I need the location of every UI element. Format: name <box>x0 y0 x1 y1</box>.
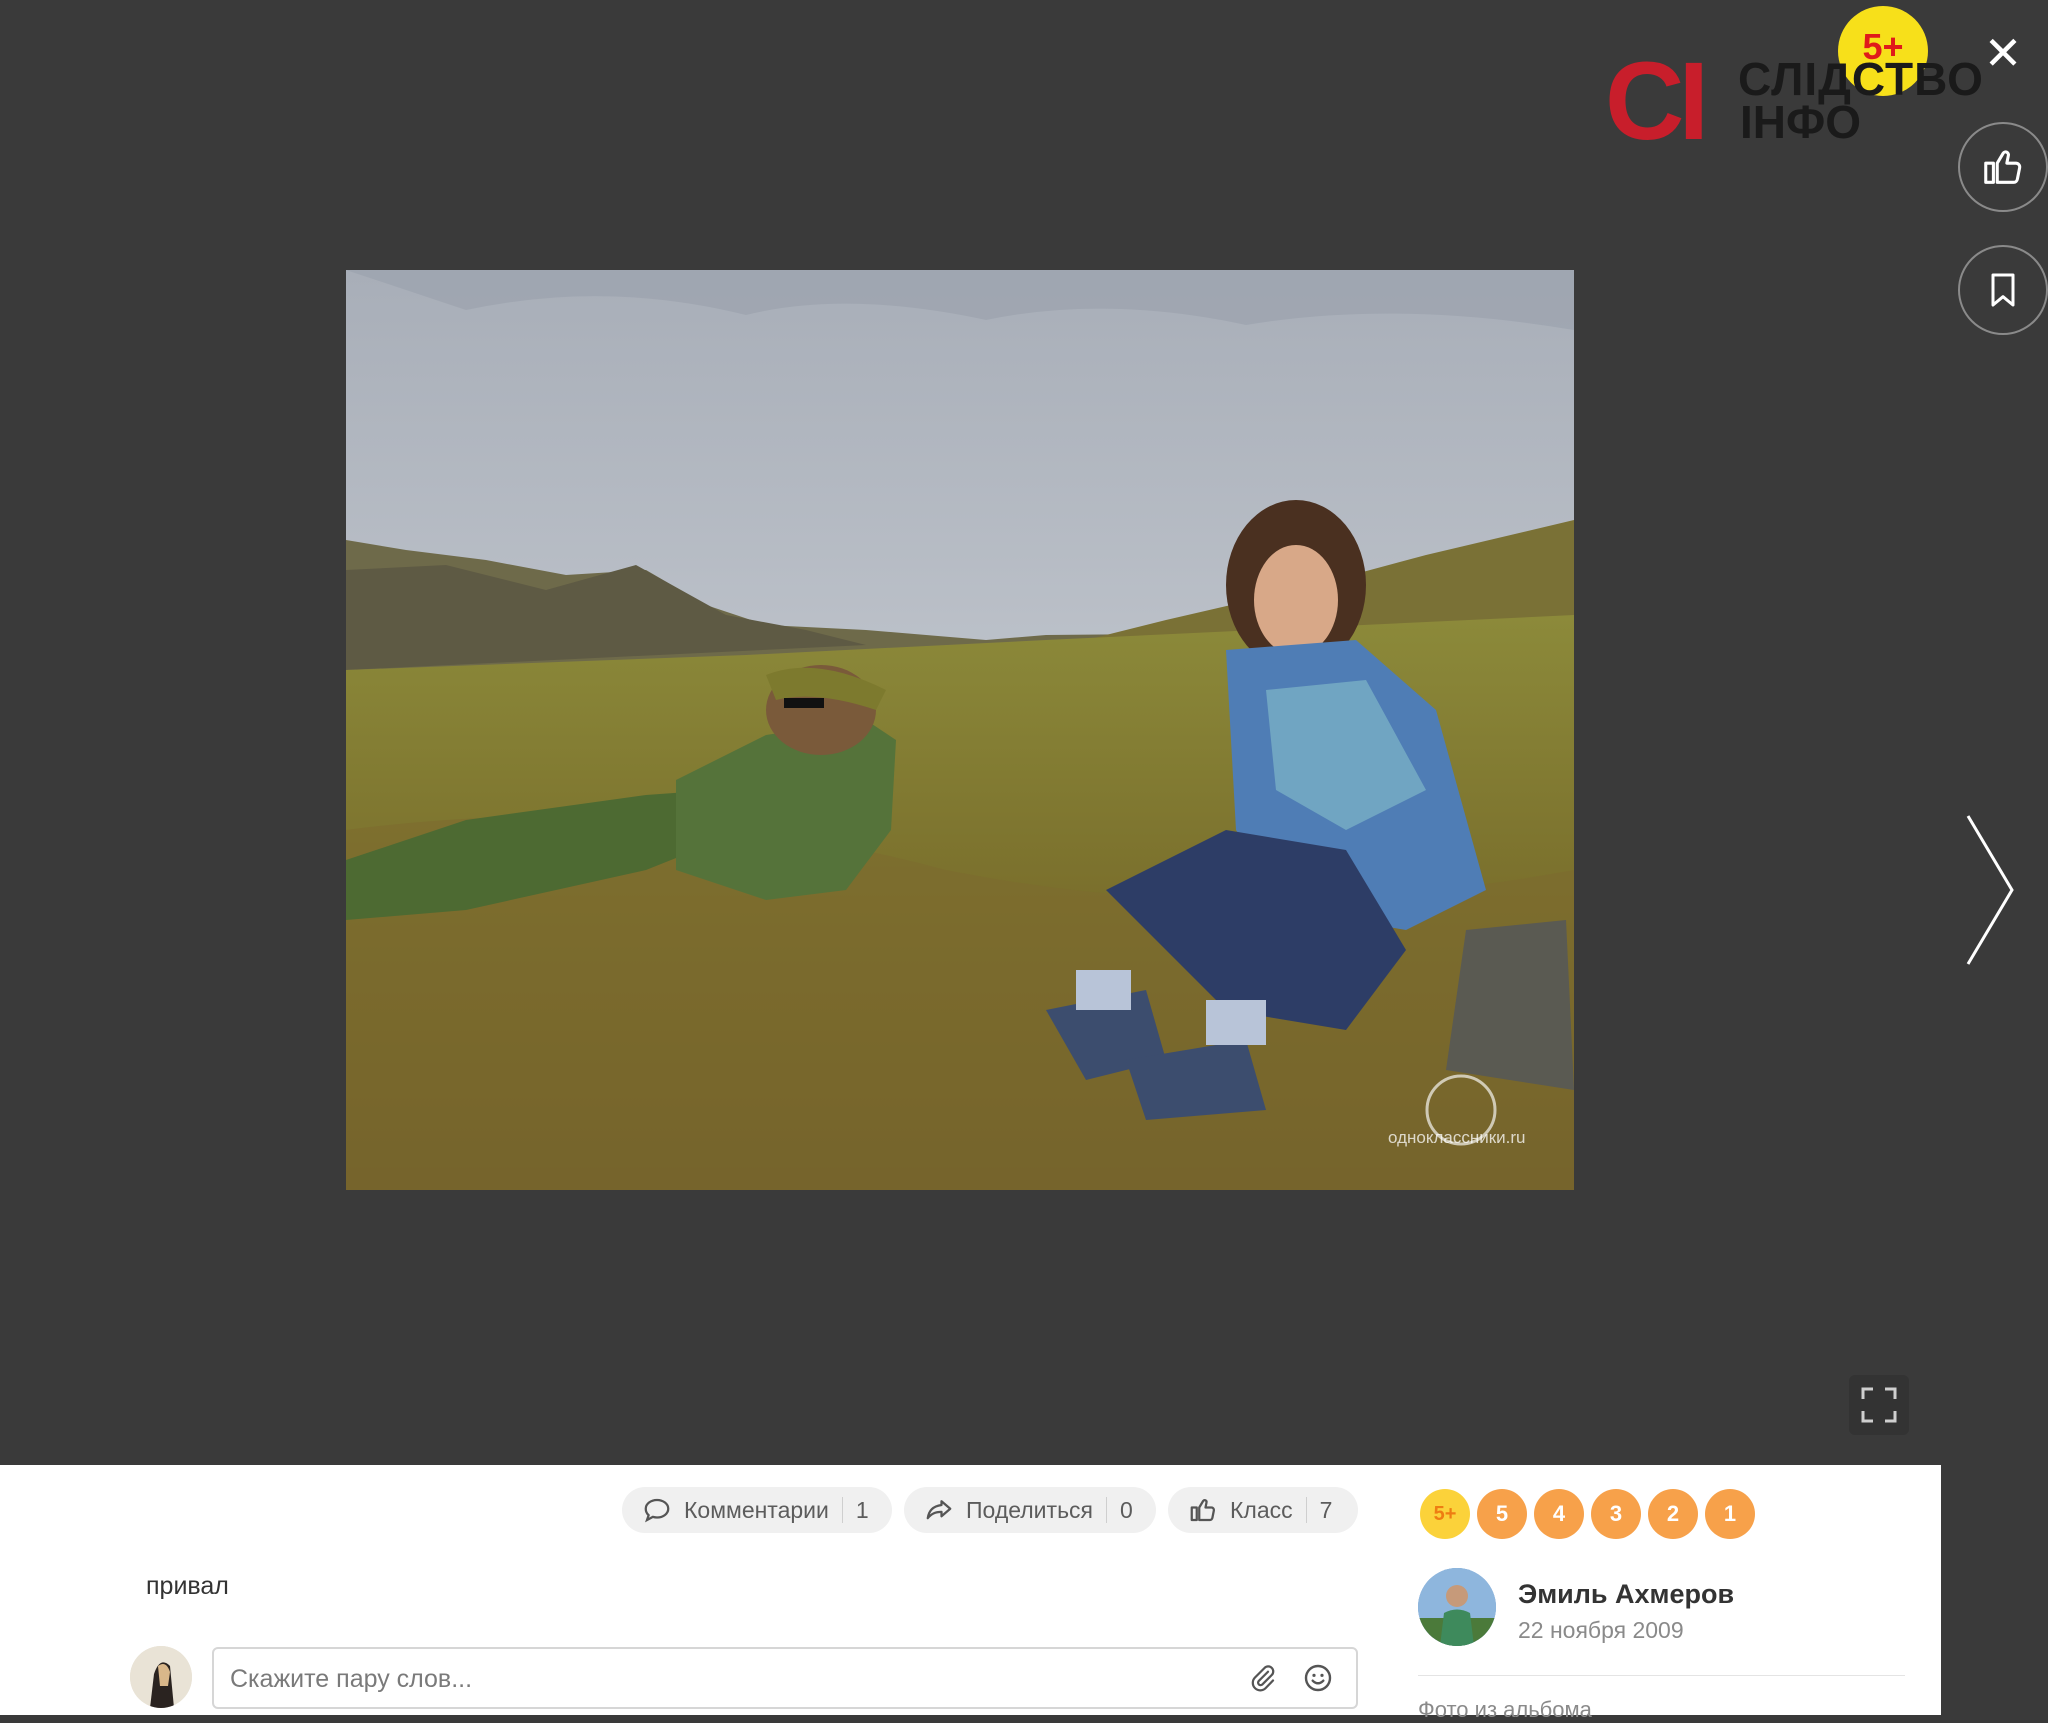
like-label: Класс <box>1230 1496 1293 1523</box>
comment-input[interactable] <box>228 1649 1132 1709</box>
speech-bubble-icon <box>644 1498 670 1523</box>
slidstvo-logo-mark: СІ <box>1605 40 1709 163</box>
next-photo-arrow[interactable] <box>1960 810 2020 970</box>
comment-box <box>212 1647 1358 1709</box>
share-button[interactable]: Поделиться 0 <box>904 1487 1156 1533</box>
rating-2-button[interactable]: 2 <box>1648 1489 1698 1539</box>
rating-5-button[interactable]: 5 <box>1477 1489 1527 1539</box>
fullscreen-button[interactable] <box>1849 1375 1909 1435</box>
like-separator <box>1305 1497 1307 1523</box>
album-label[interactable]: Фото из альбома <box>1418 1697 1592 1723</box>
author-avatar-image <box>1418 1568 1496 1646</box>
share-separator <box>1106 1497 1108 1523</box>
slidstvo-logo-line2: ІНФО <box>1740 96 1862 148</box>
current-user-avatar[interactable] <box>130 1646 192 1708</box>
thumbs-up-icon <box>1984 150 2022 184</box>
photo-date: 22 ноября 2009 <box>1518 1617 1684 1643</box>
share-arrow-icon <box>926 1500 952 1520</box>
like-count: 7 <box>1319 1496 1333 1523</box>
share-count: 0 <box>1120 1496 1133 1523</box>
paperclip-icon[interactable] <box>1248 1663 1278 1693</box>
bookmark-side-button[interactable] <box>1958 245 2048 335</box>
divider <box>1418 1675 1905 1676</box>
comments-button[interactable]: Комментарии 1 <box>622 1487 892 1533</box>
close-button[interactable]: ✕ <box>1980 30 2026 76</box>
bookmark-icon <box>1991 273 2015 307</box>
photo-watermark: одноклассники.ru <box>1388 1128 1526 1147</box>
thumbs-up-icon <box>1190 1499 1215 1522</box>
smiley-icon[interactable] <box>1302 1662 1334 1694</box>
rating-4-button[interactable]: 4 <box>1534 1489 1584 1539</box>
photo[interactable] <box>346 270 1574 1190</box>
photo-caption: привал <box>146 1572 229 1600</box>
photo-image <box>346 270 1574 1190</box>
like-side-button[interactable] <box>1958 122 2048 212</box>
share-label: Поделиться <box>966 1496 1094 1523</box>
like-button[interactable]: Класс 7 <box>1168 1487 1358 1533</box>
comments-count: 1 <box>855 1496 869 1523</box>
fullscreen-icon <box>1861 1387 1897 1423</box>
current-user-avatar-image <box>130 1646 192 1708</box>
author-name[interactable]: Эмиль Ахмеров <box>1518 1579 1734 1610</box>
author-avatar[interactable] <box>1418 1568 1496 1646</box>
rating-1-button[interactable]: 1 <box>1705 1489 1755 1539</box>
comments-separator <box>841 1497 843 1523</box>
comments-label: Комментарии <box>684 1496 829 1523</box>
rating-5plus-button[interactable]: 5+ <box>1420 1489 1470 1539</box>
rating-3-button[interactable]: 3 <box>1591 1489 1641 1539</box>
